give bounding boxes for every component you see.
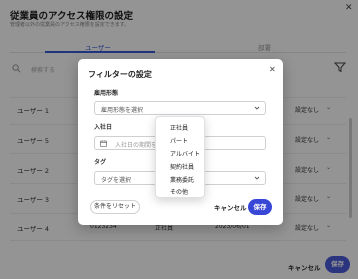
dropdown-option[interactable]: その他 <box>170 187 188 196</box>
chevron-down-icon <box>254 106 260 110</box>
employment-type-select[interactable]: 雇用形態を選択 <box>94 101 266 115</box>
cancel-button[interactable]: キャンセル <box>214 202 247 212</box>
calendar-icon <box>100 140 107 147</box>
modal-title: フィルターの設定 <box>88 70 152 79</box>
dropdown-option[interactable]: 業務委託 <box>170 175 194 184</box>
dropdown-option[interactable]: 正社員 <box>170 123 188 132</box>
joined-date-label: 入社日 <box>94 124 113 131</box>
dropdown-option[interactable]: パート <box>170 136 188 145</box>
employment-type-label: 雇用形態 <box>94 90 119 97</box>
dropdown-option[interactable]: 契約社員 <box>170 162 194 171</box>
tag-placeholder: タグを選択 <box>101 177 132 184</box>
employment-type-placeholder: 雇用形態を選択 <box>101 107 144 114</box>
tag-label: タグ <box>94 159 107 166</box>
employment-type-dropdown: 正社員 パート アルバイト 契約社員 業務委託 その他 <box>155 116 205 198</box>
chevron-down-icon <box>254 176 260 180</box>
close-icon[interactable]: ✕ <box>269 66 276 74</box>
save-button[interactable]: 保存 <box>248 199 272 215</box>
dropdown-option[interactable]: アルバイト <box>170 149 200 158</box>
reset-filters-button[interactable]: 条件をリセット <box>90 200 140 214</box>
